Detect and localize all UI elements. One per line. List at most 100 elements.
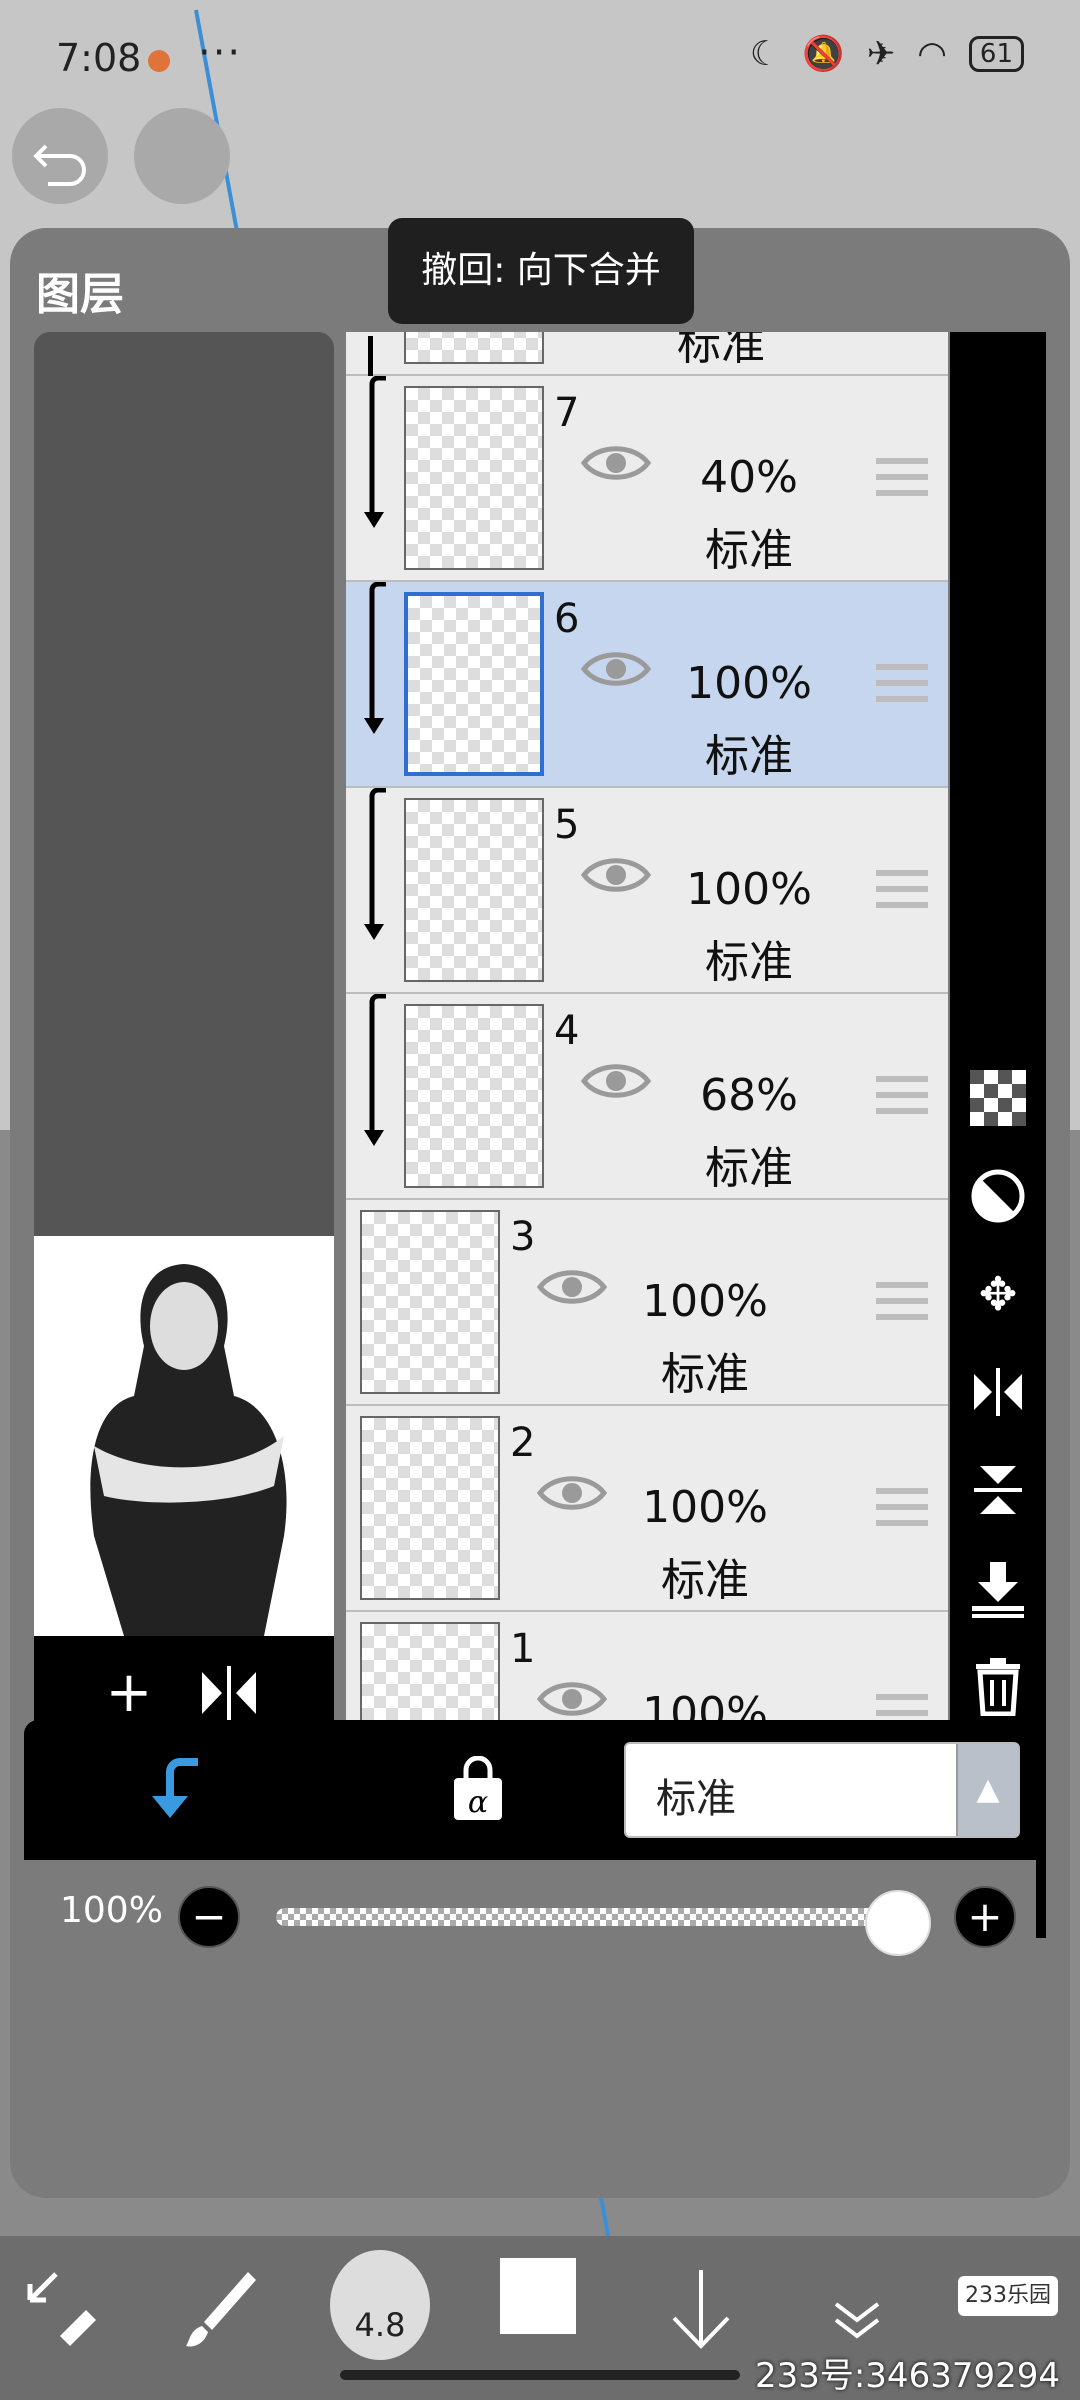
clip-indicator-icon [364, 582, 386, 734]
battery-indicator: 61 [968, 36, 1024, 72]
redo-button[interactable] [134, 108, 230, 204]
undo-button[interactable] [12, 108, 108, 204]
opacity-increase-button[interactable]: + [954, 1886, 1016, 1948]
svg-text:α: α [468, 1785, 488, 1820]
visibility-eye-icon[interactable] [536, 1676, 608, 1722]
layer-blend-mode: 标准 [705, 731, 793, 782]
drag-handle-icon[interactable] [876, 870, 928, 918]
blend-mode-bar: α 标准 ▲ [24, 1720, 1036, 1860]
layer-blend-mode: 标准 [677, 332, 765, 370]
merge-down-button[interactable] [968, 1558, 1028, 1618]
layer-row[interactable]: 6 100% 标准 [346, 582, 948, 788]
layer-number: 7 [554, 390, 580, 436]
canvas-preview-column: + [34, 332, 334, 1936]
blend-mode-value: 标准 [656, 1776, 736, 1822]
layer-thumbnail [404, 592, 544, 776]
more-notifications-icon: ··· [198, 30, 243, 76]
visibility-eye-icon[interactable] [580, 1058, 652, 1104]
clip-indicator-icon [364, 994, 386, 1146]
navigation-handle[interactable] [340, 2370, 740, 2380]
layer-row[interactable]: 2 100% 标准 [346, 1406, 948, 1612]
clipping-icon [152, 1758, 198, 1818]
layer-down-button[interactable] [656, 2260, 746, 2360]
visibility-eye-icon[interactable] [580, 646, 652, 692]
layer-thumbnail [404, 1004, 544, 1188]
undo-tooltip: 撤回: 向下合并 [388, 218, 694, 324]
brush-size-value: 4.8 [354, 2306, 406, 2344]
layer-thumbnail [404, 332, 544, 364]
brush-icon [186, 2272, 256, 2347]
canvas-preview-thumbnail[interactable] [34, 1236, 334, 1636]
clip-indicator-icon [364, 788, 386, 940]
layer-opacity: 100% [642, 1276, 768, 1327]
opacity-value: 100% [60, 1890, 163, 1931]
flip-vertical-icon [974, 1466, 1022, 1514]
blend-mode-select[interactable]: 标准 ▲ [624, 1742, 1020, 1838]
collapse-button[interactable] [812, 2260, 902, 2360]
layer-opacity: 100% [686, 864, 812, 915]
layer-row[interactable]: 3 100% 标准 [346, 1200, 948, 1406]
moon-icon: ☾ [749, 34, 781, 74]
layer-opacity: 100% [686, 658, 812, 709]
layer-thumbnail [404, 386, 544, 570]
layer-side-toolbar: ✥ FX ⋮ [950, 332, 1046, 1938]
airplane-icon: ✈ [866, 34, 896, 74]
flip-horizontal-button[interactable] [194, 1658, 264, 1728]
delete-layer-button[interactable] [968, 1656, 1028, 1717]
opacity-slider[interactable] [276, 1908, 916, 1926]
status-time: 7:08 [56, 36, 142, 80]
wifi-icon: ◠ [917, 34, 947, 74]
double-chevron-down-icon [834, 2302, 880, 2339]
layer-opacity: 68% [700, 1070, 798, 1121]
flip-horizontal-icon [974, 1368, 1022, 1416]
layer-row[interactable]: 4 68% 标准 [346, 994, 948, 1200]
drag-handle-icon[interactable] [876, 458, 928, 506]
contrast-icon [971, 1169, 1025, 1223]
status-bar: 7:08 ··· ☾ 🔕 ✈ ◠ 61 [0, 0, 1080, 120]
move-button[interactable]: ✥ [968, 1264, 1028, 1324]
alpha-lock-button[interactable]: α [450, 1755, 506, 1822]
watermark-text: 233号:346379294 [754, 2356, 1060, 2396]
clip-indicator-icon [364, 376, 386, 528]
visibility-eye-icon[interactable] [536, 1264, 608, 1310]
drag-handle-icon[interactable] [876, 1488, 928, 1536]
layer-blend-mode: 标准 [705, 937, 793, 988]
layer-number: 1 [510, 1626, 536, 1672]
merge-down-icon [972, 1562, 1024, 1618]
layer-number: 2 [510, 1420, 536, 1466]
add-layer-button[interactable]: + [94, 1658, 164, 1728]
brush-tool-button[interactable] [176, 2260, 266, 2360]
checkerboard-icon [970, 1070, 1026, 1126]
transparency-lock-button[interactable] [968, 1068, 1028, 1128]
layer-blend-mode: 标准 [705, 525, 793, 576]
watermark-logo: 233乐园 [958, 2276, 1058, 2316]
dropdown-arrow-icon: ▲ [956, 1744, 1018, 1836]
layer-opacity: 40% [700, 452, 798, 503]
transform-tool-button[interactable] [16, 2260, 106, 2360]
visibility-eye-icon[interactable] [580, 852, 652, 898]
undo-icon [33, 144, 86, 186]
flip-layer-vertical-button[interactable] [968, 1460, 1028, 1520]
clipping-button[interactable] [148, 1756, 208, 1826]
drag-handle-icon[interactable] [876, 1282, 928, 1330]
silent-icon: 🔕 [802, 34, 845, 74]
invert-button[interactable] [968, 1166, 1028, 1226]
transform-icon [27, 2272, 96, 2346]
layer-blend-mode: 标准 [705, 1143, 793, 1194]
arrow-down-icon [672, 2270, 730, 2349]
visibility-eye-icon[interactable] [536, 1470, 608, 1516]
layer-row-partial[interactable]: 标准 [346, 332, 948, 376]
layer-opacity: 100% [642, 1482, 768, 1533]
layer-row[interactable]: 7 40% 标准 [346, 376, 948, 582]
visibility-eye-icon[interactable] [580, 440, 652, 486]
color-picker-button[interactable] [500, 2258, 576, 2334]
clip-indicator-icon [368, 336, 373, 376]
layer-row[interactable]: 5 100% 标准 [346, 788, 948, 994]
opacity-slider-thumb[interactable] [865, 1890, 931, 1956]
opacity-decrease-button[interactable]: − [178, 1886, 240, 1948]
layer-thumbnail [360, 1210, 500, 1394]
flip-layer-horizontal-button[interactable] [968, 1362, 1028, 1422]
layer-number: 4 [554, 1008, 580, 1054]
drag-handle-icon[interactable] [876, 1076, 928, 1124]
drag-handle-icon[interactable] [876, 664, 928, 712]
